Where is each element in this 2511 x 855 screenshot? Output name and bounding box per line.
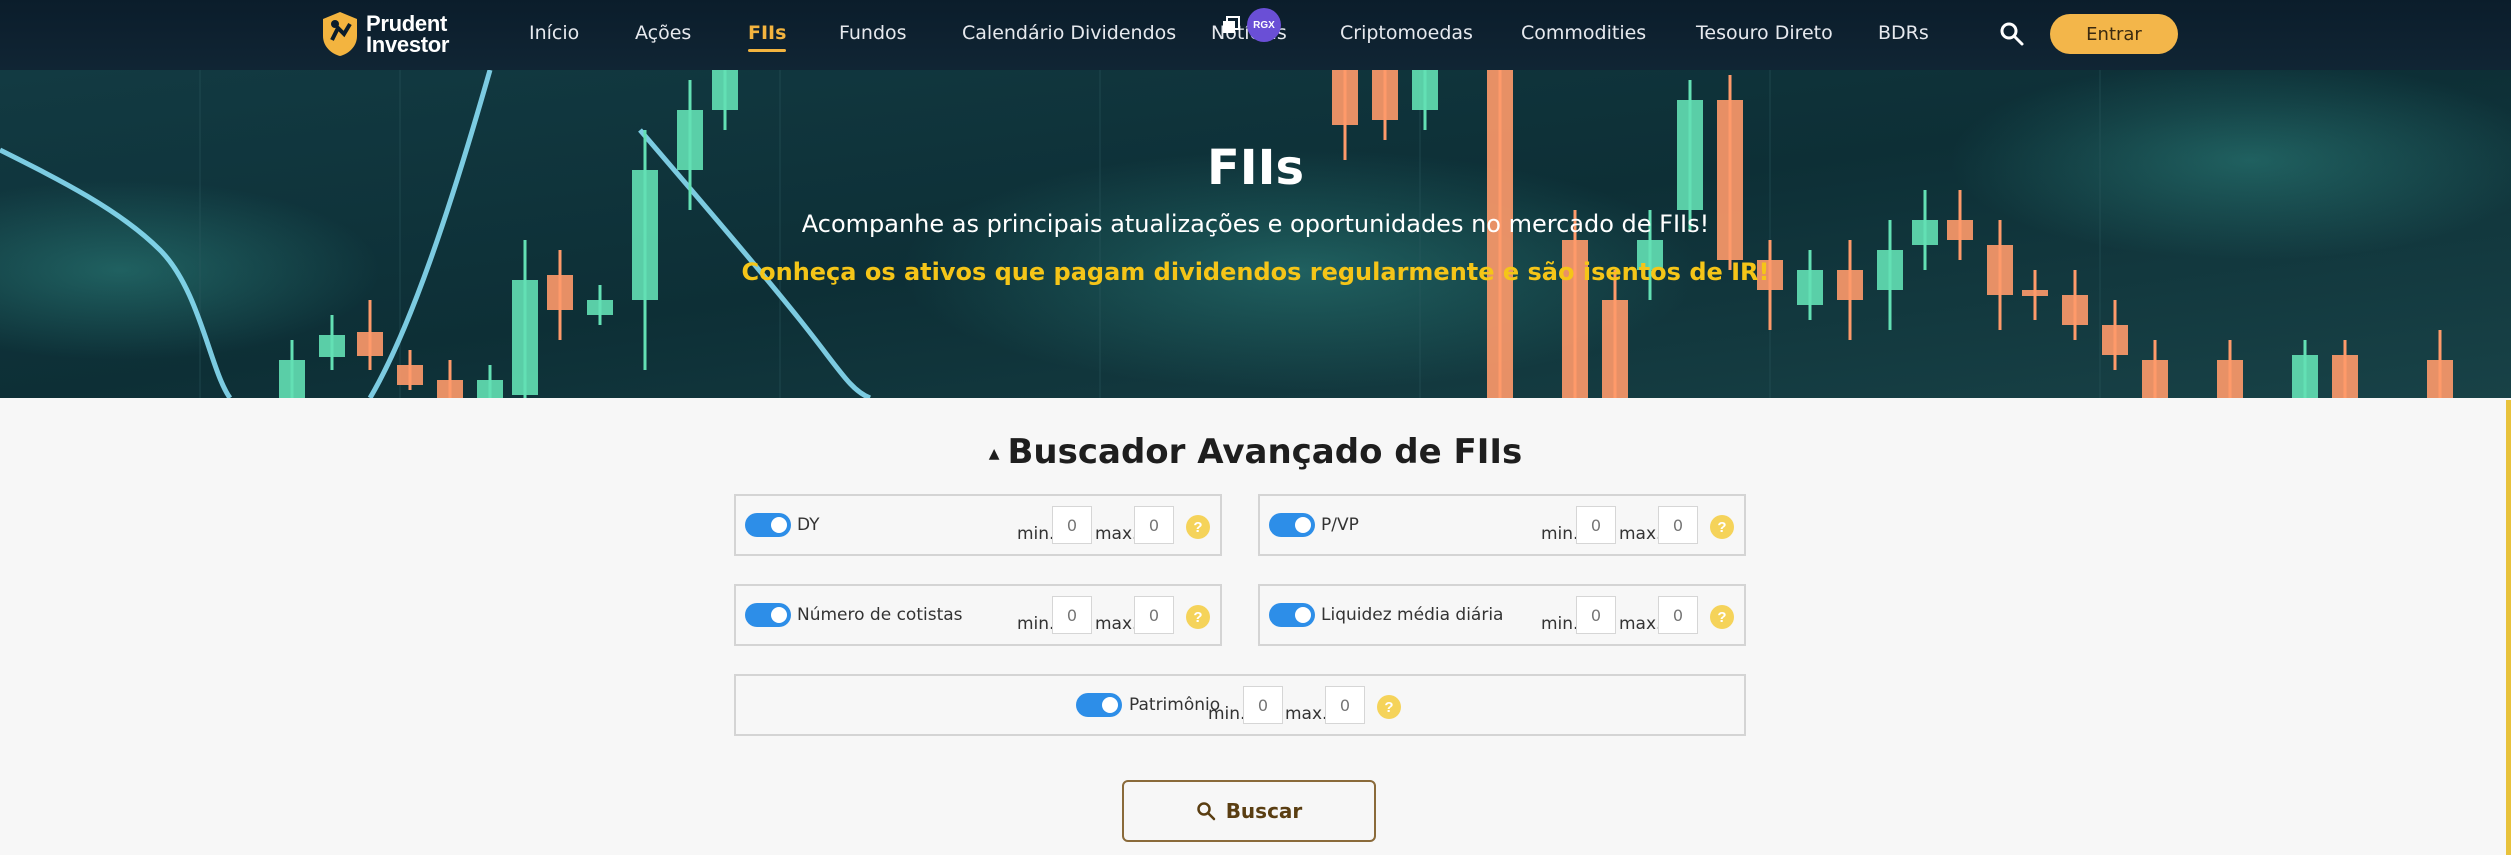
filter-label: P/VP [1321,515,1359,535]
candle-body [2292,355,2318,398]
candle-body [477,380,503,398]
filter-label: Número de cotistas [797,605,963,625]
dy-min-input[interactable] [1052,506,1092,544]
min-label: min. [1017,524,1055,544]
dy-toggle[interactable] [745,513,791,537]
max-label: max. [1619,524,1662,544]
candle-body [587,300,613,315]
max-label: max. [1285,704,1328,724]
logo-icon [323,12,357,56]
top-navbar: Prudent Investor Início Ações FIIs Fundo… [0,0,2511,70]
liquidez-toggle[interactable] [1269,603,1315,627]
pvp-toggle[interactable] [1269,513,1315,537]
candle-body [1602,300,1628,398]
toggle-knob [771,607,787,623]
candle-body [2022,290,2048,296]
candle-body [2142,360,2168,398]
candle-body [2217,360,2243,398]
nav-tesouro-direto[interactable]: Tesouro Direto [1696,22,1833,44]
hero-title: FIIs [1206,140,1305,196]
help-icon[interactable]: ? [1710,605,1734,629]
min-label: min. [1541,614,1579,634]
candle-body [279,360,305,398]
candle-body [1372,70,1398,120]
help-icon[interactable]: ? [1377,695,1401,719]
dy-max-input[interactable] [1134,506,1174,544]
toggle-knob [771,517,787,533]
toggle-knob [1295,607,1311,623]
hero-banner: FIIs Acompanhe as principais atualizaçõe… [0,70,2511,398]
candle-body [1412,70,1438,110]
nav-inicio[interactable]: Início [529,22,579,44]
nav-commodities[interactable]: Commodities [1521,22,1646,44]
rgx-badge[interactable]: RGX [1247,8,1281,42]
filter-pvp: P/VP min. max. ? [1258,494,1746,556]
candle-body [2427,360,2453,398]
filter-dy: DY min. max. ? [734,494,1222,556]
search-section-title[interactable]: ▲ Buscador Avançado de FIIs [0,432,2511,472]
search-icon [1196,802,1215,821]
patrimonio-toggle[interactable] [1076,693,1122,717]
hero-highlight: Conheça os ativos que pagam dividendos r… [741,258,1770,286]
patrimonio-max-input[interactable] [1325,686,1365,724]
pvp-max-input[interactable] [1658,506,1698,544]
logo-text: Prudent Investor [366,11,450,57]
search-icon[interactable] [1999,21,2025,47]
patrimonio-min-input[interactable] [1243,686,1283,724]
candle-body [1332,70,1358,125]
help-icon[interactable]: ? [1186,605,1210,629]
toggle-knob [1295,517,1311,533]
candle-body [2102,325,2128,355]
candle-body [2332,355,2358,398]
filter-liquidez: Liquidez média diária min. max. ? [1258,584,1746,646]
filter-patrimonio: Patrimônio min. max. ? [734,674,1746,736]
max-label: max. [1619,614,1662,634]
search-button[interactable]: Buscar [1122,780,1376,842]
cotistas-max-input[interactable] [1134,596,1174,634]
help-icon[interactable]: ? [1710,515,1734,539]
page-edge-accent [2506,400,2511,855]
min-label: min. [1541,524,1579,544]
logo[interactable]: Prudent Investor [320,9,449,59]
candle-body [397,365,423,385]
filter-label: Liquidez média diária [1321,605,1504,625]
hero-subtitle: Acompanhe as principais atualizações e o… [801,210,1710,238]
min-label: min. [1017,614,1055,634]
candle-body [319,335,345,357]
candle-body [2062,295,2088,325]
candle-body [357,332,383,356]
toggle-knob [1102,697,1118,713]
nav-calendario-dividendos[interactable]: Calendário Dividendos [962,22,1176,44]
cotistas-min-input[interactable] [1052,596,1092,634]
candle-body [712,70,738,110]
pvp-min-input[interactable] [1576,506,1616,544]
min-label: min. [1208,704,1246,724]
max-label: max. [1095,614,1138,634]
candle-body [437,380,463,398]
candle-body [512,280,538,395]
filter-numero-cotistas: Número de cotistas min. max. ? [734,584,1222,646]
copy-icon[interactable] [1221,15,1241,35]
help-icon[interactable]: ? [1186,515,1210,539]
cotistas-toggle[interactable] [745,603,791,627]
login-button[interactable]: Entrar [2050,14,2178,54]
liquidez-max-input[interactable] [1658,596,1698,634]
caret-up-icon[interactable]: ▲ [989,446,1000,462]
nav-criptomoedas[interactable]: Criptomoedas [1340,22,1473,44]
floating-tools: RGX [1221,8,1281,42]
search-title-text: Buscador Avançado de FIIs [1007,432,1523,472]
nav-fundos[interactable]: Fundos [839,22,907,44]
nav-acoes[interactable]: Ações [635,22,691,44]
filter-label: DY [797,515,820,535]
filter-label: Patrimônio [1129,695,1221,715]
logo-line-2: Investor [366,32,450,57]
logo-line-1: Prudent [366,11,448,36]
nav-bdrs[interactable]: BDRs [1878,22,1929,44]
nav-fiis[interactable]: FIIs [748,22,787,52]
liquidez-min-input[interactable] [1576,596,1616,634]
max-label: max. [1095,524,1138,544]
search-button-label: Buscar [1225,799,1303,823]
